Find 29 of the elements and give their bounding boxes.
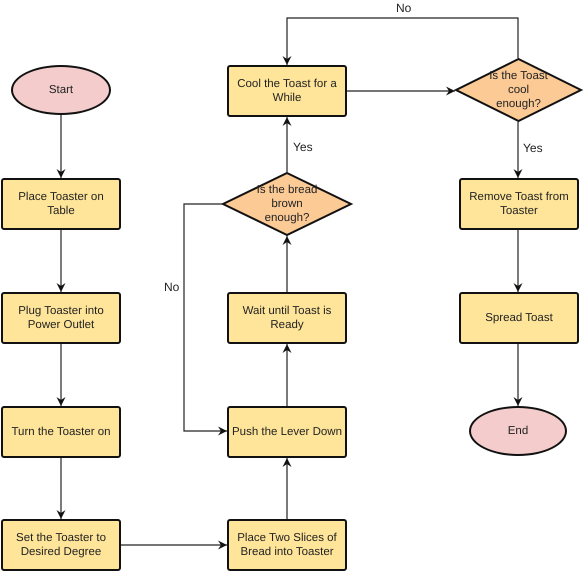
process-step: Turn the Toaster on	[1, 406, 121, 458]
connector-arrow	[56, 230, 66, 292]
connector-arrow	[514, 122, 522, 178]
process-step: Spread Toast	[459, 292, 579, 344]
connector-arrow	[282, 117, 292, 172]
connector-arrow	[56, 344, 66, 406]
branch-label: Yes	[293, 140, 313, 154]
process-step: Place Two Slices of Bread into Toaster	[227, 519, 347, 571]
terminal-oval: Start	[11, 65, 111, 115]
process-step: Remove Toast from Toaster	[459, 178, 579, 230]
decision-diamond: Is the bread brown enough?	[222, 172, 352, 236]
connector-arrow	[56, 115, 66, 178]
branch-label: Yes	[523, 141, 543, 155]
connector-arrow	[514, 230, 522, 292]
process-step: Wait until Toast is Ready	[227, 292, 347, 344]
process-step: Plug Toaster into Power Outlet	[1, 292, 121, 344]
decision-diamond: Is the Toast cool enough?	[455, 58, 582, 122]
branch-label: No	[164, 280, 180, 294]
process-step: Place Toaster on Table	[1, 178, 121, 230]
connector-arrow	[282, 236, 292, 292]
connector-arrow	[514, 344, 522, 406]
connector-arrow	[282, 458, 292, 519]
process-step: Set the Toaster to Desired Degree	[1, 519, 121, 571]
terminal-oval: End	[469, 406, 567, 456]
connector-arrow	[56, 458, 66, 519]
connector-arrow	[282, 344, 292, 406]
process-step: Cool the Toast for a While	[227, 65, 347, 117]
branch-label: No	[396, 1, 412, 15]
process-step: Push the Lever Down	[227, 406, 347, 458]
